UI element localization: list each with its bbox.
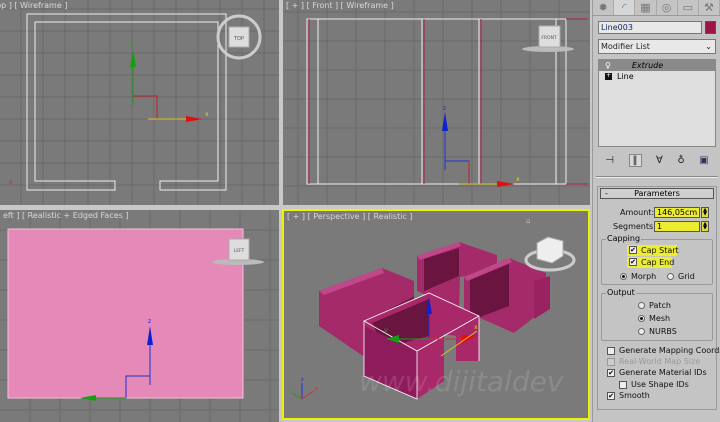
generate-material-ids-checkbox[interactable]: ✔ [607, 369, 615, 377]
amount-label: Amount: [620, 208, 655, 217]
capping-group: Capping ✔ Cap Start ✔ Cap End Morph Grid [601, 234, 713, 285]
create-icon[interactable]: ✹ [593, 0, 615, 15]
show-end-result-icon[interactable]: ‖ [628, 153, 642, 167]
hierarchy-icon[interactable]: ▦ [635, 0, 657, 15]
object-name-field[interactable]: Line003 [598, 21, 702, 34]
axis-label-y: y [130, 41, 134, 48]
modifier-stack: ♀ Extrude + Line [598, 59, 716, 147]
make-unique-icon[interactable]: ∀ [656, 155, 663, 166]
utilities-icon[interactable]: ⚒ [699, 0, 720, 15]
chevron-down-icon: ⌄ [705, 42, 712, 51]
remove-modifier-icon[interactable]: ♁ [677, 155, 684, 166]
perspective-view-canvas: y x z y x www.dijitaldev ⌂ [289, 217, 576, 400]
modifier-list-label: Modifier List [601, 42, 650, 51]
viewport-label-left[interactable]: eft ] [ Realistic + Edged Faces ] [3, 211, 128, 220]
object-color-swatch[interactable] [705, 21, 716, 34]
segments-input[interactable]: 1 [654, 221, 700, 232]
lightbulb-icon[interactable]: ♀ [605, 60, 611, 71]
world-axis-x: x [9, 179, 13, 186]
configure-modifier-sets-icon[interactable]: ▣ [699, 155, 708, 166]
modifier-list-dropdown[interactable]: Modifier List ⌄ [598, 39, 716, 54]
svg-text:TOP: TOP [233, 36, 244, 42]
extruded-mesh-side[interactable] [7, 228, 244, 399]
divider [596, 176, 718, 178]
stack-toolbar: ⊣ ‖ ∀ ♁ ▣ [598, 153, 716, 167]
axis-label-x: x [205, 111, 209, 118]
segments-spinner[interactable]: ▲ ▼ [701, 221, 709, 232]
parameters-rollout-header[interactable]: - Parameters [600, 188, 714, 199]
svg-text:LEFT: LEFT [234, 248, 245, 254]
parameters-rollout: - Parameters Amount: 146,05cm ▲ ▼ Segments… [597, 186, 720, 410]
use-shape-ids-checkbox[interactable] [619, 381, 627, 389]
mesh-radio[interactable] [638, 315, 645, 322]
viewport-perspective[interactable]: y x z y x www.dijitaldev ⌂ [ + ] [ Persp… [282, 209, 590, 420]
generate-mapping-checkbox[interactable] [607, 347, 615, 355]
viewport-label-top[interactable]: [ Top ] [ Wireframe ] [0, 1, 67, 10]
real-world-map-size-checkbox[interactable] [607, 358, 615, 366]
viewport-label-perspective[interactable]: [ + ] [ Perspective ] [ Realistic ] [287, 212, 413, 221]
axis-label-z: z [443, 105, 446, 112]
axis-label-x: x [474, 324, 478, 331]
viewcube-top[interactable]: TOP [216, 14, 262, 60]
watermark: www.dijitaldev [359, 365, 564, 398]
modify-icon[interactable]: ◜ [614, 0, 636, 15]
amount-spinner[interactable]: ▲ ▼ [701, 207, 709, 218]
amount-input[interactable]: 146,05cm [654, 207, 700, 218]
svg-text:x: x [315, 386, 318, 392]
viewport-front[interactable]: z x FRONT [ + ] [ Front ] [ Wireframe ] [283, 0, 590, 205]
axis-label-x: x [516, 176, 520, 183]
pin-stack-icon[interactable]: ⊣ [605, 155, 614, 166]
shape-line-outer[interactable] [26, 13, 227, 191]
expand-icon[interactable]: + [605, 73, 612, 80]
left-view-canvas: z LEFT [0, 210, 279, 422]
cap-start-checkbox[interactable]: ✔ [629, 246, 637, 254]
patch-radio[interactable] [638, 302, 645, 309]
grid-radio[interactable] [667, 273, 674, 280]
cap-end-checkbox[interactable]: ✔ [629, 258, 637, 266]
top-view-canvas: y x x TOP [0, 0, 279, 205]
axis-label-y: y [384, 327, 388, 334]
smooth-checkbox[interactable]: ✔ [607, 392, 615, 400]
viewcube-perspective[interactable] [524, 236, 576, 272]
viewport-top[interactable]: y x x TOP [ Top ] [ Wireframe ] [0, 0, 279, 205]
command-tabs: ✹ ◜ ▦ ◎ ▭ ⚒ [593, 0, 720, 16]
stack-item-extrude[interactable]: ♀ Extrude [599, 60, 715, 71]
home-icon[interactable]: ⌂ [526, 217, 530, 225]
svg-text:FRONT: FRONT [541, 35, 557, 41]
command-panel: ✹ ◜ ▦ ◎ ▭ ⚒ Line003 Modifier List ⌄ ♀ Ex… [592, 0, 720, 422]
svg-text:y: y [289, 387, 292, 393]
morph-radio[interactable] [620, 273, 627, 280]
world-axis-tripod: z y x [289, 377, 318, 400]
output-group: Output Patch Mesh NURBS [601, 288, 713, 341]
transform-gizmo[interactable] [130, 50, 203, 122]
viewport-label-front[interactable]: [ + ] [ Front ] [ Wireframe ] [286, 1, 394, 10]
motion-icon[interactable]: ◎ [657, 0, 678, 15]
front-view-canvas: z x FRONT [283, 0, 590, 205]
nurbs-radio[interactable] [638, 328, 645, 335]
stack-item-line[interactable]: + Line [599, 71, 715, 82]
axis-label-z: z [148, 318, 151, 325]
svg-text:z: z [301, 377, 304, 383]
viewport-left[interactable]: z LEFT eft ] [ Realistic + Edged Faces ] [0, 210, 279, 422]
segments-label: Segments: [613, 222, 656, 231]
display-icon[interactable]: ▭ [678, 0, 699, 15]
